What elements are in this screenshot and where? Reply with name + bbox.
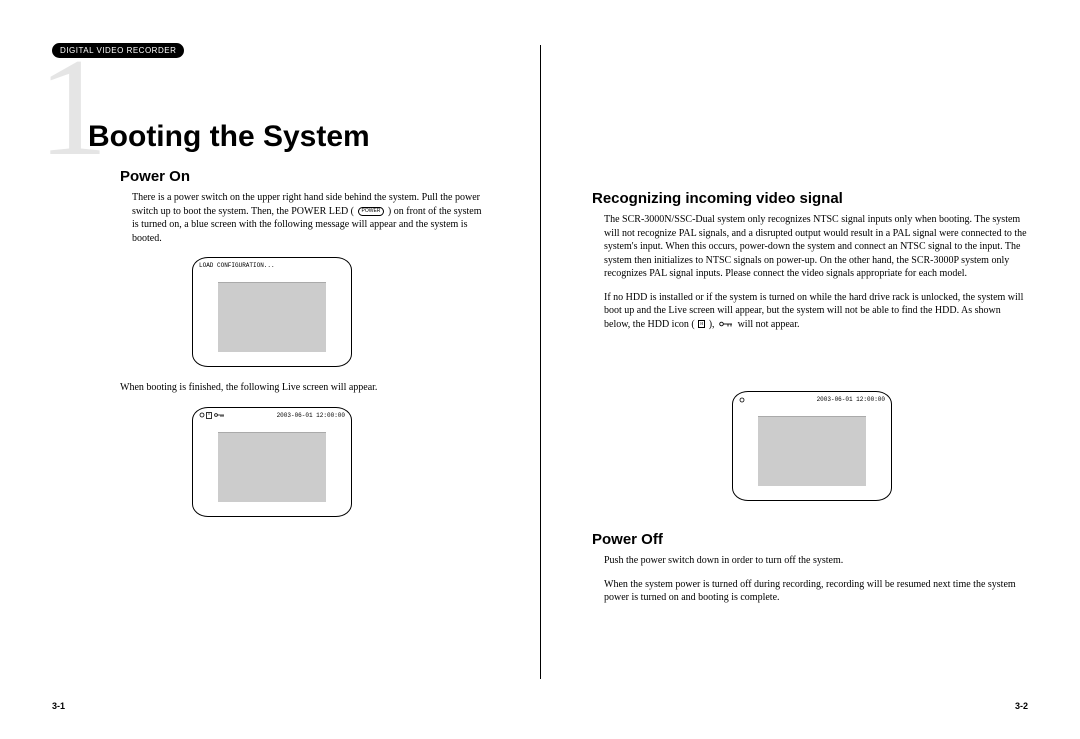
record-icon [739,397,745,403]
record-icon [199,412,205,418]
recognize-p2a: If no HDD is installed or if the system … [604,292,1023,330]
screen1-text: LOAD CONFIGURATION... [199,262,275,269]
power-off-title: Power Off [592,531,1028,548]
key-icon [213,412,225,418]
screen3-icons [739,397,745,403]
recognize-title: Recognizing incoming video signal [592,190,1028,207]
recognize-para1: The SCR-3000N/SSC-Dual system only recog… [604,213,1028,281]
recognize-p2b: ), [709,319,715,330]
screen-load-config: LOAD CONFIGURATION... [192,257,352,367]
power-off-p2: When the system power is turned off duri… [604,578,1028,605]
power-led-icon: POWER [358,207,385,216]
page-spread: DIGITAL VIDEO RECORDER 1 Booting the Sys… [0,0,1080,739]
key-icon-inline [718,320,734,328]
right-page: Recognizing incoming video signal The SC… [540,0,1080,739]
screen2-timestamp: 2003-06-01 12:00:00 [277,412,345,419]
chapter-number: 1 [38,38,108,178]
screen2-icons [199,412,225,419]
chapter-title: Booting the System [88,120,488,154]
hdd-icon-inline: H [698,320,705,328]
page-number-left: 3-1 [52,701,65,711]
power-on-text: There is a power switch on the upper rig… [132,191,488,245]
recognize-para2: If no HDD is installed or if the system … [604,291,1028,332]
page-number-right: 3-2 [1015,701,1028,711]
power-on-title: Power On [120,168,488,185]
hdd-icon [206,412,212,419]
power-off-p1: Push the power switch down in order to t… [604,554,1028,568]
recognize-p2c: will not appear. [738,319,800,330]
screen-live: 2003-06-01 12:00:00 [192,407,352,517]
screen-no-hdd: 2003-06-01 12:00:00 [732,391,892,501]
left-page: DIGITAL VIDEO RECORDER 1 Booting the Sys… [0,0,540,739]
boot-finished-text: When booting is finished, the following … [120,381,488,395]
screen3-timestamp: 2003-06-01 12:00:00 [817,396,885,403]
